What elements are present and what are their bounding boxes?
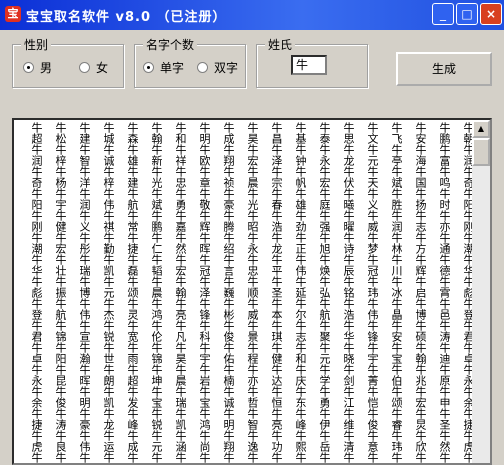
name-list: 牛朝牛润牛奇牛阳牛刚牛潮牛华牛彪牛登牛君牛卓牛永牛余牛捷牛虎牛思牛刚牛雷牛杉牛智… xyxy=(16,122,474,465)
generate-button[interactable]: 生成 xyxy=(396,52,492,86)
gender-male-label: 男 xyxy=(40,61,53,75)
name-column: 牛昊牛宏牛晨牛光牛昭牛永牛忠牛顺牛威牛景牛程牛亦牛哲牛智牛逸牛晓牛政牛星牛振牛君… xyxy=(246,122,258,465)
app-window: 宝 宝宝取名软件 v8.0 （已注册） _ □ × 性别 男 女 名字个数 单字… xyxy=(0,0,504,465)
name-column: 牛飞牛亭牛斌牛胜牛润牛林牛川牛冰牛晶牛安牛宝牛伯牛颂牛睿牛玮牛赫牛宣牛宗牛名牛翰… xyxy=(390,122,402,465)
double-char-label: 双字 xyxy=(214,61,239,75)
title-bar[interactable]: 宝 宝宝取名软件 v8.0 （已注册） _ □ × xyxy=(0,0,504,30)
name-column: 牛城牛诚牛梓牛伟牛祺牛勤牛凯牛元牛杰牛锐牛世牛朗牛凯牛龙牛运牛辉牛乐牛星牛欣牛杰… xyxy=(102,122,114,465)
gender-male-radio[interactable]: 男 xyxy=(23,59,52,76)
output-textarea[interactable]: 牛朝牛润牛奇牛阳牛刚牛潮牛华牛彪牛登牛君牛卓牛永牛余牛捷牛虎牛思牛刚牛雷牛杉牛智… xyxy=(12,118,492,465)
name-column: 牛思牛龙牛伏牛曦牛曜牛诗牛辰牛铭牛浩牛华牛晓牛剑牛江牛维牛清牛文牛汇牛逸牛洋牛勋… xyxy=(342,122,354,465)
name-column: 牛昌牛泽牛宗牛春牛浩牛龙牛平牛圣牛本牛琪牛健牛达牛恒牛亮牛功牛阳牛俊牛洛牛卫牛志… xyxy=(270,122,282,465)
window-title: 宝宝取名软件 v8.0 （已注册） xyxy=(26,10,227,25)
name-column: 牛翰牛新牛光牛斌牛鹏牛仁牛韬牛晨牛鸿牛伦牛锦牛坤牛宝牛锐牛元牛成牛维牛迪牛骥牛颖… xyxy=(150,122,162,465)
gender-group-label: 性别 xyxy=(21,36,52,53)
name-column: 牛松牛梓牛杨牛宇牛健牛宏牛壮牛振牛航牛锦牛阳牛昆牛俊牛涛牛良牛恒牛宏牛宇牛浩牛晋… xyxy=(54,122,66,465)
surname-group: 姓氏 牛 xyxy=(256,36,368,88)
gender-female-radio[interactable]: 女 xyxy=(79,59,108,76)
name-column: 牛建牛智牛洋牛润牛义牛彤牛瑞牛博牛伟牛宣牛瀚牛晖牛明牛豪牛伟牛高牛东牛星牛京牛骏… xyxy=(78,122,90,465)
name-count-group: 名字个数 单字 双字 xyxy=(134,36,246,88)
name-column: 牛基牛钟牛帆牛雄牛劲牛正牛伟牛延牛尔牛志牛和牛庆牛东牛峰牛熙牛勃牛浩牛洲牛海牛剑… xyxy=(294,122,306,465)
surname-input[interactable]: 牛 xyxy=(291,55,327,75)
radio-unselected-icon xyxy=(197,62,208,73)
name-column: 牛成牛翔牛祯牛豪牛腾牛绍牛言牛巍牛彬牛俊牛佑牛楠牛诚牛明牛翔牛冬牛森牛锐牛洪牛宁… xyxy=(222,122,234,465)
single-char-radio[interactable]: 单字 xyxy=(143,59,184,76)
name-column: 牛超牛润牛奇牛阳牛刚牛潮牛华牛彪牛登牛君牛卓牛永牛余牛捷牛虎牛思牛刚牛雷牛杉牛智… xyxy=(30,122,42,465)
name-column: 牛文牛元牛天牛义牛威牛梦牛冠牛玮牛伟牛锋牛宇牛菁牛恺牛俊牛意牛文牛朋牛中牛天牛悦… xyxy=(366,122,378,465)
maximize-button[interactable]: □ xyxy=(456,3,478,25)
name-column: 牛安牛海牛国牛扬牛志牛方牛辉牛启牛博牛硕牛翰牛兆牛宏牛炅牛欣牛宁牛秋牛皓牛寿牛强… xyxy=(414,122,426,465)
close-button[interactable]: × xyxy=(480,3,502,25)
app-icon: 宝 xyxy=(5,6,21,22)
vertical-scrollbar[interactable]: ▲ xyxy=(472,120,490,463)
name-column: 牛和牛祥牛忠牛勇牛嘉牛然牛宏牛翰牛亮牛凡牛昊牛晨牛瑞牛凯牛涵牛洪牛振牛耀牛祥牛凯… xyxy=(174,122,186,465)
scroll-up-button[interactable]: ▲ xyxy=(472,120,490,138)
name-column: 牛朝牛润牛奇牛阳牛刚牛潮牛华牛彪牛登牛君牛卓牛永牛余牛捷牛虎牛思牛刚牛雷牛杉牛智… xyxy=(462,122,474,465)
scroll-thumb[interactable] xyxy=(472,138,490,166)
radio-selected-icon xyxy=(23,62,34,73)
radio-unselected-icon xyxy=(79,62,90,73)
name-column: 牛泰牛永牛宏牛庭牛强牛旭牛焕牛弘牛航牛聚牛元牛学牛勇牛伊牛岳牛力牛晨牛智牛成牛洁… xyxy=(318,122,330,465)
gender-group: 性别 男 女 xyxy=(12,36,124,88)
radio-selected-icon xyxy=(143,62,154,73)
name-count-group-label: 名字个数 xyxy=(143,36,198,53)
gender-female-label: 女 xyxy=(96,61,109,75)
surname-group-label: 姓氏 xyxy=(265,36,296,53)
minimize-button[interactable]: _ xyxy=(432,3,454,25)
double-char-radio[interactable]: 双字 xyxy=(197,59,238,76)
name-column: 牛森牛雄牛建牛航牛常牛捷牛磊牛颂牛灵牛宽牛雨牛超牛发牛峰牛成牛涛牛岚牛翔牛涛牛龙… xyxy=(126,122,138,465)
name-column: 牛鹏牛富牛鸣牛时牛亦牛通牛德牛霄牛邑牛涛牛迪牛原牛申牛圣牛然牛明牛昊牛源牛捷牛涌… xyxy=(438,122,450,465)
single-char-label: 单字 xyxy=(160,61,185,75)
name-column: 牛明牛欧牛章牛敬牛辉牛晖牛冠牛泽牛锋牛科牛宇牛岩牛宝牛鸿牛尚牛钧牛豪牛旋牛策牛福… xyxy=(198,122,210,465)
